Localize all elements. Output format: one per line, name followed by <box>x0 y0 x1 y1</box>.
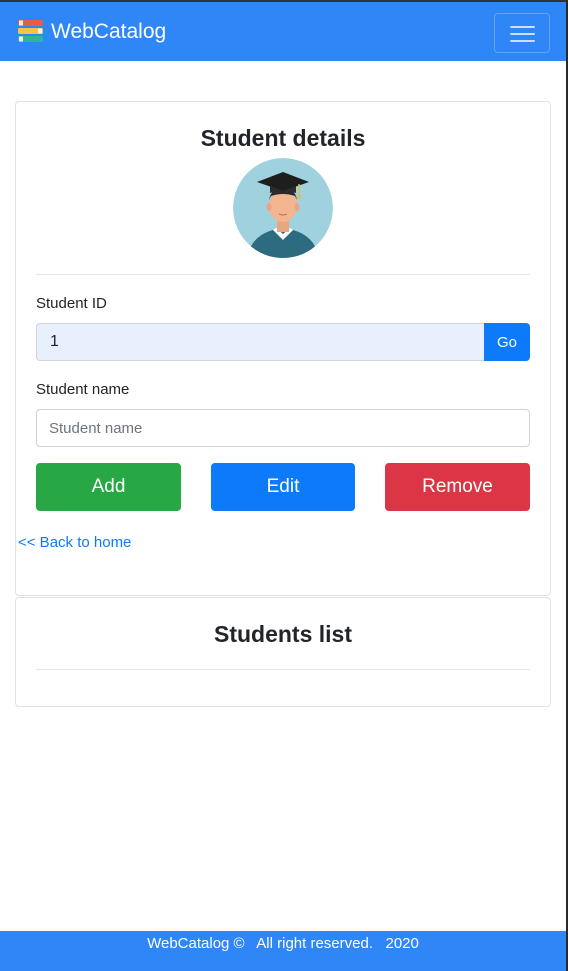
student-name-input[interactable] <box>36 409 530 447</box>
student-id-label: Student ID <box>36 295 107 312</box>
brand-link[interactable]: WebCatalog <box>16 17 166 46</box>
go-button[interactable]: Go <box>484 323 530 361</box>
back-to-home-link[interactable]: << Back to home <box>18 534 131 551</box>
remove-button[interactable]: Remove <box>385 463 530 511</box>
graduate-avatar-icon <box>233 158 333 258</box>
student-id-input[interactable] <box>36 323 486 361</box>
student-name-label: Student name <box>36 381 130 398</box>
divider <box>36 669 530 670</box>
card-title: Students list <box>213 621 352 647</box>
brand-name: WebCatalog <box>51 19 167 43</box>
books-icon <box>18 20 43 42</box>
add-button[interactable]: Add <box>36 463 181 511</box>
navbar-toggler-button[interactable] <box>494 13 550 53</box>
edit-button[interactable]: Edit <box>211 463 355 511</box>
divider <box>36 274 530 275</box>
students-list-card: Students list <box>15 597 551 707</box>
card-title: Student details <box>200 125 366 151</box>
page: WebCatalog Student details Student ID 1 … <box>0 0 568 971</box>
footer: WebCatalog © All right reserved. 2020 <box>0 931 566 971</box>
student-details-card: Student details Student ID 1 Go Student … <box>15 101 551 596</box>
navbar: WebCatalog <box>0 0 566 61</box>
